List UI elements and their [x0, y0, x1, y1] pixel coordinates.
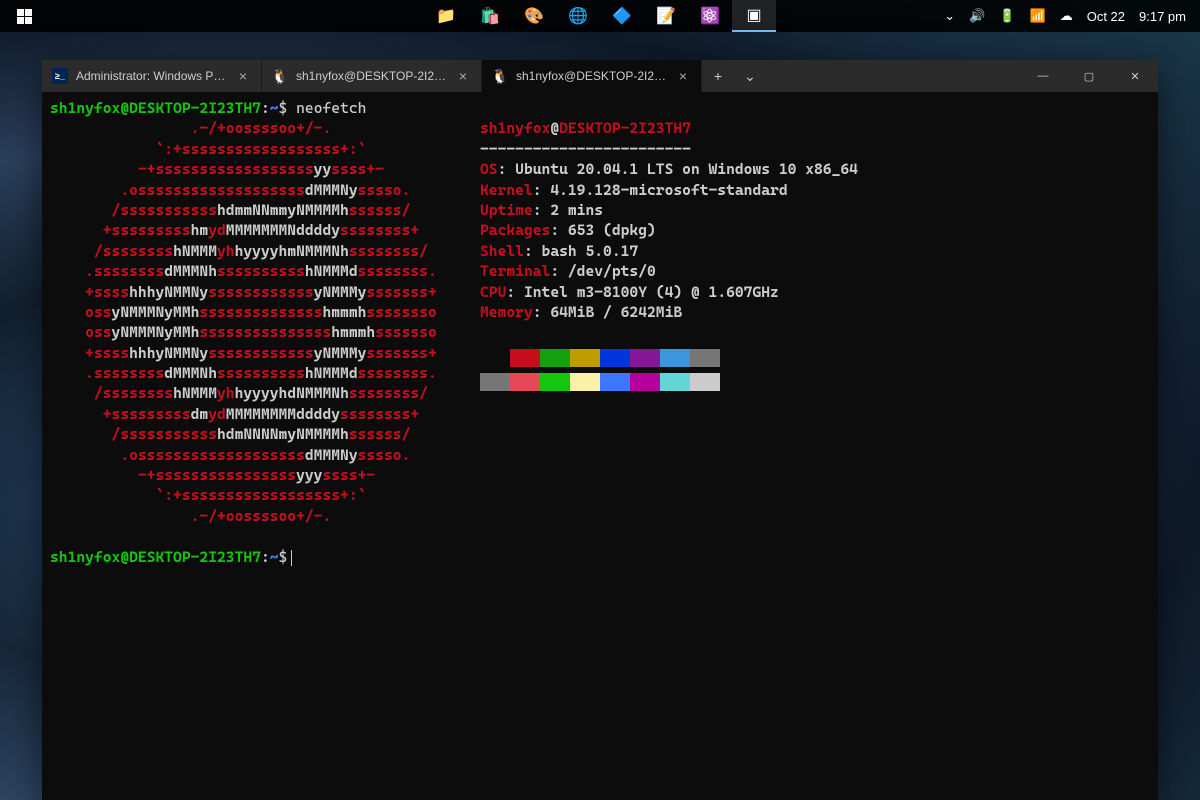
taskbar-notes-icon[interactable]: 📝: [644, 0, 688, 32]
color-palette-light: [480, 373, 1150, 391]
tray-date[interactable]: Oct 22: [1087, 9, 1125, 24]
tux-icon: 🐧: [492, 68, 508, 84]
terminal-window: ≥_ Administrator: Windows PowerS × 🐧 sh1…: [42, 60, 1158, 800]
tray-expand-icon[interactable]: ⌄: [944, 8, 955, 24]
tray-battery-icon[interactable]: 🔋: [999, 8, 1015, 24]
taskbar-powershell-icon[interactable]: 🔷: [600, 0, 644, 32]
taskbar-pinned-apps: 📁 🛍️ 🎨 🌐 🔷 📝 ⚛️ ▣: [424, 0, 776, 32]
titlebar: ≥_ Administrator: Windows PowerS × 🐧 sh1…: [42, 60, 1158, 92]
close-icon[interactable]: ×: [455, 68, 471, 84]
taskbar: 📁 🛍️ 🎨 🌐 🔷 📝 ⚛️ ▣ ⌄ 🔊 🔋 📶 ☁ Oct 22 9:17 …: [0, 0, 1200, 32]
powershell-icon: ≥_: [52, 68, 68, 84]
system-tray: ⌄ 🔊 🔋 📶 ☁ Oct 22 9:17 pm: [944, 8, 1200, 24]
tab-title: sh1nyfox@DESKTOP-2I23TH7: /: [296, 69, 447, 83]
tab-title: Administrator: Windows PowerS: [76, 69, 227, 83]
taskbar-store-icon[interactable]: 🛍️: [468, 0, 512, 32]
windows-logo-icon: [17, 9, 32, 24]
taskbar-chrome-icon[interactable]: 🌐: [556, 0, 600, 32]
tab-wsl-2[interactable]: 🐧 sh1nyfox@DESKTOP-2I23TH7: ~ ×: [482, 60, 702, 92]
neofetch-ascii: .-/+oossssoo+/-. `:+ssssssssssssssssss+:…: [50, 118, 480, 526]
tray-volume-icon[interactable]: 🔊: [969, 8, 985, 24]
taskbar-folder-icon[interactable]: 📁: [424, 0, 468, 32]
taskbar-terminal-icon[interactable]: ▣: [732, 0, 776, 32]
tray-wifi-icon[interactable]: 📶: [1030, 8, 1046, 24]
tab-powershell[interactable]: ≥_ Administrator: Windows PowerS ×: [42, 60, 262, 92]
close-icon[interactable]: ×: [235, 68, 251, 84]
tux-icon: 🐧: [272, 68, 288, 84]
taskbar-atom-icon[interactable]: ⚛️: [688, 0, 732, 32]
tab-strip: ≥_ Administrator: Windows PowerS × 🐧 sh1…: [42, 60, 702, 92]
taskbar-app-icon[interactable]: 🎨: [512, 0, 556, 32]
command-text: neofetch: [296, 99, 366, 117]
minimize-button[interactable]: —: [1020, 60, 1066, 92]
maximize-button[interactable]: ▢: [1066, 60, 1112, 92]
tab-title: sh1nyfox@DESKTOP-2I23TH7: ~: [516, 69, 667, 83]
tab-wsl-1[interactable]: 🐧 sh1nyfox@DESKTOP-2I23TH7: / ×: [262, 60, 482, 92]
neofetch-info: sh1nyfox@DESKTOP-2I23TH7 ---------------…: [480, 118, 1150, 526]
close-icon[interactable]: ×: [675, 68, 691, 84]
window-controls: — ▢ ✕: [1020, 60, 1158, 92]
start-button[interactable]: [0, 0, 48, 32]
color-palette-dark: [480, 349, 1150, 367]
prompt-line: sh1nyfox@DESKTOP-2I23TH7:~$: [50, 548, 292, 566]
cursor: [291, 550, 292, 566]
tray-cloud-icon[interactable]: ☁: [1060, 8, 1073, 24]
tray-time[interactable]: 9:17 pm: [1139, 9, 1186, 24]
tab-dropdown-button[interactable]: ⌄: [734, 68, 766, 85]
new-tab-button[interactable]: +: [702, 68, 734, 84]
terminal-body[interactable]: sh1nyfox@DESKTOP-2I23TH7:~$ neofetch .-/…: [42, 92, 1158, 800]
close-button[interactable]: ✕: [1112, 60, 1158, 92]
prompt-line: sh1nyfox@DESKTOP-2I23TH7:~$ neofetch: [50, 99, 366, 117]
